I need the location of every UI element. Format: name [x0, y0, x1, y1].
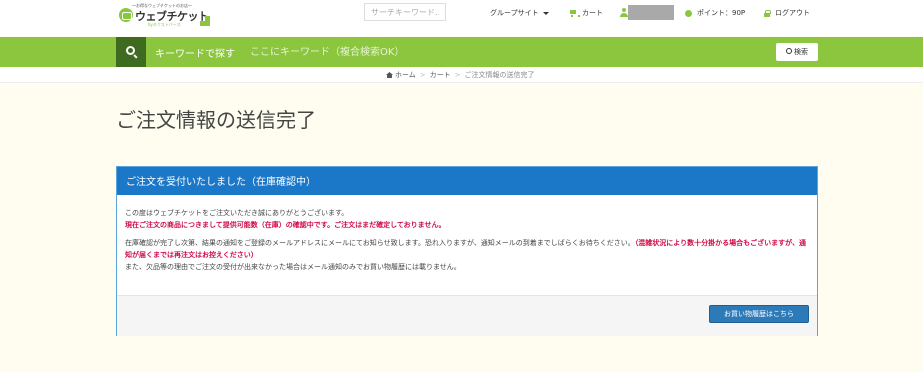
breadcrumb-home[interactable]: ホーム [395, 71, 416, 79]
panel-body: この度はウェブチケットをご注文いただき誠にありがとうございます。 現在ご注文の商… [125, 207, 811, 273]
keyword-search-icon-button[interactable] [116, 37, 146, 67]
out-of-stock-note: また、欠品等の理由でご注文の受付が出来なかった場合はメール通知のみでお買い物履歴… [125, 263, 461, 271]
site-logo[interactable]: 〜お得なウェブチケットのお店〜 ウェブチケット byネクストバース [118, 3, 213, 31]
logout-label: ログアウト [775, 9, 810, 17]
lock-icon [764, 9, 771, 17]
stock-check-warning: 現在ご注文の商品につきまして提供可能数（在庫）の確認中です。ご注文はまだ確定して… [125, 221, 446, 229]
keyword-search-button[interactable]: 検索 [776, 43, 818, 61]
user-name-redacted[interactable] [628, 5, 674, 20]
cart-label: カート [582, 9, 603, 17]
breadcrumb-current: ご注文情報の送信完了 [464, 71, 535, 79]
caret-down-icon [542, 11, 549, 15]
purchase-history-button[interactable]: お買い物履歴はこちら [709, 305, 809, 323]
points-display[interactable]: ポイント：90P [685, 8, 745, 18]
search-button-label: 検索 [794, 48, 808, 56]
panel-footer: お買い物履歴はこちら [117, 295, 817, 336]
breadcrumb-separator: > [419, 71, 426, 79]
site-search-input[interactable] [364, 3, 446, 21]
logout-link[interactable]: ログアウト [764, 8, 810, 18]
notification-text: 在庫確認が完了し次第、結果の通知をご登録のメールアドレスにメールにてお知らせ致し… [125, 237, 811, 261]
user-icon [620, 8, 628, 17]
cart-icon [569, 9, 580, 17]
top-header: 〜お得なウェブチケットのお店〜 ウェブチケット byネクストバース グループサイ… [0, 0, 923, 36]
keyword-search-label: キーワードで探す [155, 49, 235, 60]
point-icon [685, 9, 692, 17]
thank-you-text: この度はウェブチケットをご注文いただき誠にありがとうございます。 [125, 209, 349, 217]
search-icon [786, 48, 792, 54]
logo-squares-icon [200, 16, 210, 26]
home-icon [386, 72, 393, 78]
page-title: ご注文情報の送信完了 [116, 108, 316, 132]
group-sites-label: グループサイト [490, 9, 539, 17]
cart-link[interactable]: カート [569, 8, 603, 18]
breadcrumb-cart[interactable]: カート [430, 71, 451, 79]
breadcrumb-bar: ホーム > カート > ご注文情報の送信完了 [0, 67, 923, 83]
panel-heading: ご注文を受付いたしました（在庫確認中） [117, 167, 817, 195]
search-icon [126, 46, 135, 55]
group-sites-dropdown[interactable]: グループサイト [490, 8, 549, 18]
breadcrumb: ホーム > カート > ご注文情報の送信完了 [386, 70, 535, 80]
points-label: ポイント：90P [697, 9, 746, 17]
breadcrumb-separator: > [454, 71, 461, 79]
keyword-search-bar: キーワードで探す 検索 [0, 37, 923, 67]
notification-info: 在庫確認が完了し次第、結果の通知をご登録のメールアドレスにメールにてお知らせ致し… [125, 239, 635, 247]
ticket-icon [119, 8, 133, 22]
order-confirmation-panel: ご注文を受付いたしました（在庫確認中） この度はウェブチケットをご注文いただき誠… [116, 166, 818, 336]
logo-sub: byネクストバース [148, 22, 181, 27]
keyword-search-input[interactable] [250, 41, 550, 63]
